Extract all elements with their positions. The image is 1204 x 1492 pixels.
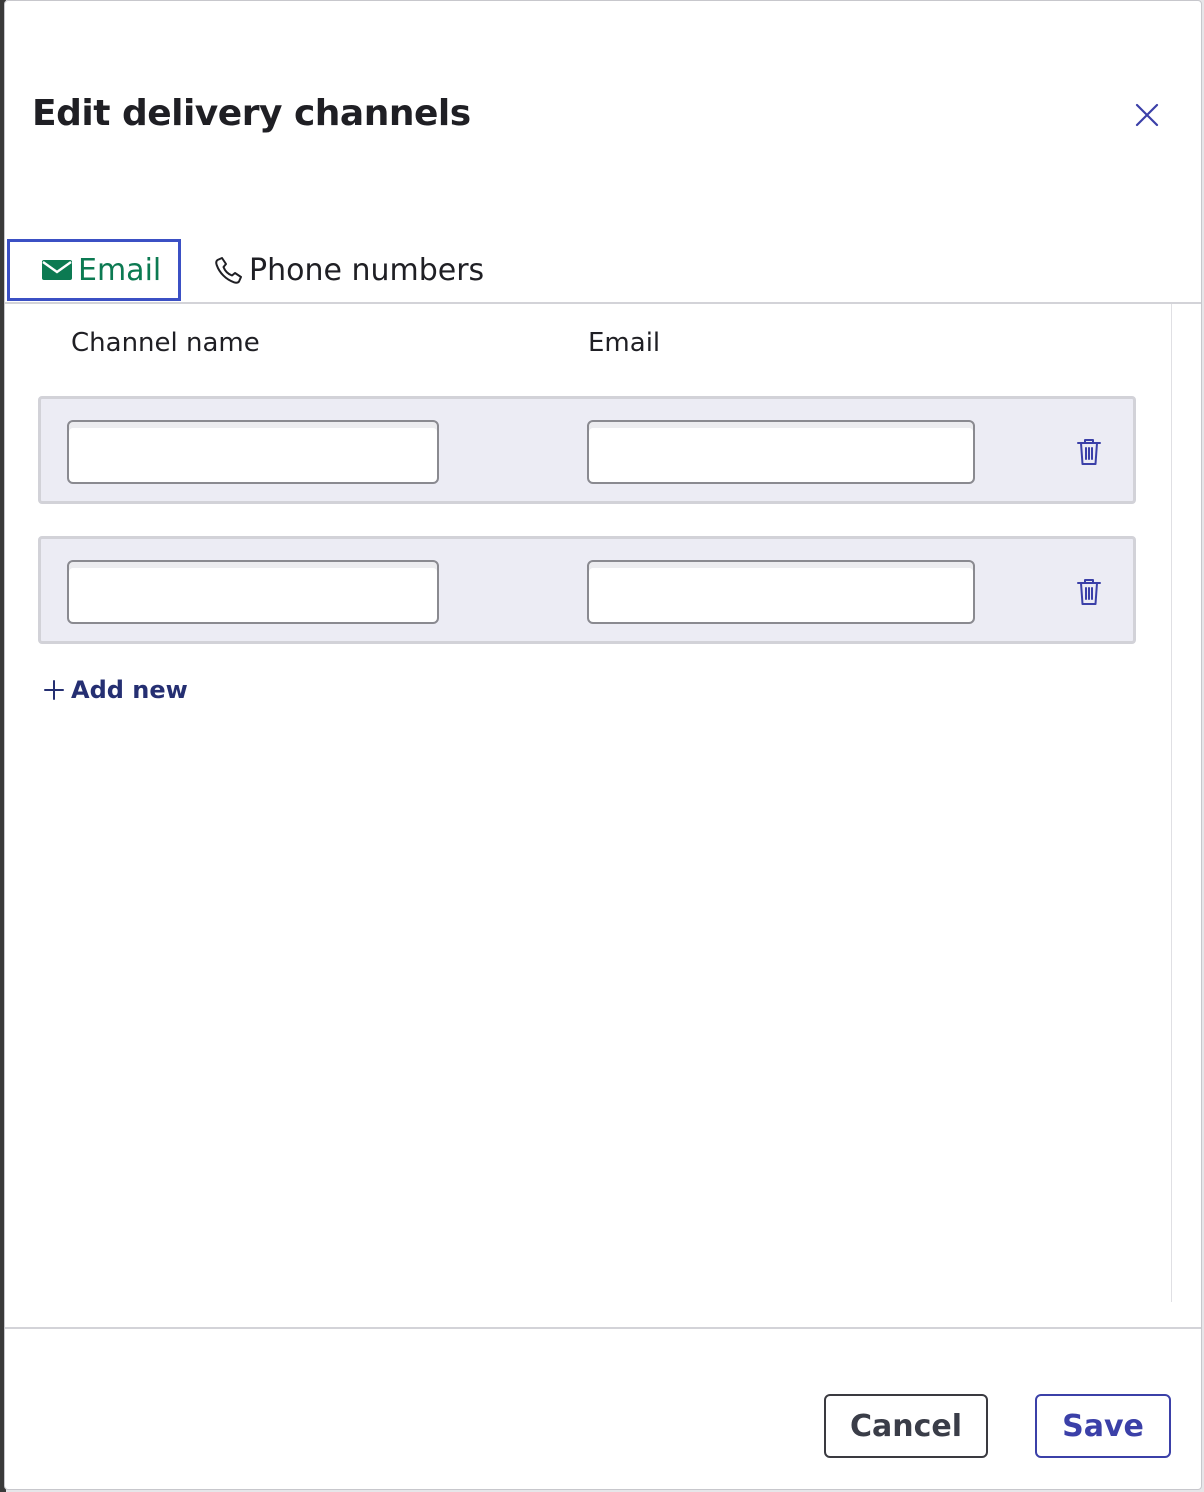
channel-row bbox=[38, 396, 1136, 504]
channel-name-input[interactable] bbox=[67, 560, 439, 624]
cancel-button[interactable]: Cancel bbox=[824, 1394, 988, 1458]
trash-icon bbox=[1077, 579, 1101, 605]
phone-icon bbox=[215, 257, 242, 284]
close-button[interactable] bbox=[1129, 97, 1165, 133]
column-header-email: Email bbox=[588, 328, 661, 358]
tab-bar: Email Phone numbers bbox=[5, 239, 1201, 304]
column-header-channel-name: Channel name bbox=[71, 328, 260, 358]
dialog-title: Edit delivery channels bbox=[32, 93, 471, 134]
tab-phone-numbers[interactable]: Phone numbers bbox=[213, 239, 484, 301]
add-new-link[interactable]: Add new bbox=[43, 676, 188, 704]
close-icon bbox=[1135, 103, 1159, 127]
plus-icon bbox=[44, 680, 64, 700]
add-new-label: Add new bbox=[71, 676, 188, 704]
tab-email-label: Email bbox=[78, 252, 162, 288]
save-button[interactable]: Save bbox=[1035, 1394, 1171, 1458]
email-input[interactable] bbox=[587, 560, 975, 624]
delete-row-button[interactable] bbox=[1073, 576, 1105, 608]
tab-email[interactable]: Email bbox=[7, 239, 181, 301]
email-input[interactable] bbox=[587, 420, 975, 484]
delete-row-button[interactable] bbox=[1073, 436, 1105, 468]
email-channels-panel: Channel name Email Add new bbox=[5, 304, 1172, 1302]
trash-icon bbox=[1077, 439, 1101, 465]
tab-phone-label: Phone numbers bbox=[249, 252, 485, 288]
footer-divider bbox=[5, 1327, 1201, 1329]
edit-delivery-channels-dialog: Edit delivery channels Email Phone numbe… bbox=[4, 0, 1202, 1490]
channel-name-input[interactable] bbox=[67, 420, 439, 484]
channel-row bbox=[38, 536, 1136, 644]
envelope-icon bbox=[42, 260, 72, 280]
